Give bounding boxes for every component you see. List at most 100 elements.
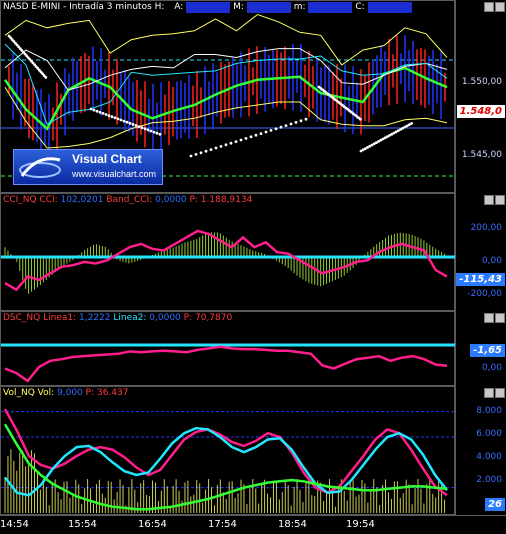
vol-tick-1: 8.000 (476, 406, 502, 416)
sar-dot (119, 118, 123, 122)
sar-dot (209, 148, 213, 152)
sar-dot (110, 115, 114, 119)
sar-dot (44, 76, 48, 79)
sar-dot (149, 129, 153, 133)
price-panel: NASD E-MINI - Intradía 3 minutos H: A: 1… (0, 0, 506, 193)
a-label: A: (174, 2, 184, 12)
panel-buttons (483, 313, 505, 326)
minimize-icon[interactable] (484, 313, 494, 323)
dsc-plot[interactable]: DSC_NQ Linea1: 1,2222 Linea2: 0,0000 P: … (0, 311, 456, 386)
close-icon[interactable] (495, 195, 505, 205)
vol-current-badge: 26 (485, 498, 505, 511)
m2-value: 1.550,00 (308, 2, 353, 13)
sar-dot (92, 108, 96, 112)
dsc-label: DSC_NQ Linea1: (3, 313, 77, 323)
time-tick: 14:54 (0, 519, 29, 530)
band-value: 0,0000 (155, 195, 187, 205)
cci-plot[interactable]: CCI_NQ CCI: 102,0201 Band_CCI: 0,0000 P:… (0, 193, 456, 311)
sar-dot (229, 141, 233, 145)
l2-label: Linea2: (113, 313, 147, 323)
visual-chart-logo: Visual Chart www.visualchart.com (13, 149, 163, 185)
sar-dot (304, 117, 308, 121)
cci-header: CCI_NQ CCI: 102,0201 Band_CCI: 0,0000 P:… (3, 195, 252, 206)
dsc-tick-1: 0,00 (481, 363, 502, 373)
l1-value: 1,2222 (79, 313, 111, 323)
sar-dot (279, 125, 283, 129)
h-label: H: (154, 2, 165, 12)
sar-dot (122, 119, 126, 123)
sar-dot (410, 122, 413, 125)
cci-label: CCI_NQ CCI: (3, 195, 58, 205)
cci-tick-2: 0,00 (481, 256, 502, 266)
sar-dot (224, 143, 228, 147)
a-value: 1.550,00 (186, 2, 231, 13)
logo-url: www.visualchart.com (72, 169, 157, 179)
sar-dot (101, 112, 105, 115)
c-value: 1.551,00 (367, 2, 412, 13)
sar-dot (107, 114, 111, 117)
time-tick: 19:54 (346, 519, 375, 530)
sar-dot (204, 149, 208, 153)
dsc-current-badge: -1,65 (470, 344, 505, 357)
dsc-panel: DSC_NQ Linea1: 1,2222 Linea2: 0,0000 P: … (0, 311, 506, 386)
panel-buttons (483, 388, 505, 401)
sar-dot (284, 124, 288, 127)
sar-dot (254, 133, 258, 137)
vol-panel: Vol_NQ Vol: 9,000 P: 36.437 8.000 6.000 … (0, 386, 506, 515)
cci-axis: 200,00 0,00 -200,00 -115,43 (455, 193, 506, 311)
dsc-axis: 0,00 -1,65 (455, 311, 506, 386)
l2-value: 0,0000 (149, 313, 181, 323)
minimize-icon[interactable] (484, 2, 494, 12)
cci-tick-1: 200,00 (470, 223, 503, 233)
cci-tick-3: -200,00 (467, 289, 502, 299)
sar-dot (155, 131, 159, 135)
price-tick-1: 1.550,00 (461, 77, 502, 87)
sar-dot (113, 116, 117, 120)
price-header: NASD E-MINI - Intradía 3 minutos H: A: 1… (3, 2, 412, 13)
time-tick: 17:54 (208, 519, 237, 530)
sar-dot (219, 145, 223, 148)
sar-dot (95, 109, 99, 113)
band-label: Band_CCI: (106, 195, 153, 205)
m2-label: m: (293, 2, 306, 12)
sar-dot (294, 121, 298, 124)
cci-panel: CCI_NQ CCI: 102,0201 Band_CCI: 0,0000 P:… (0, 193, 506, 311)
sar-dot (289, 122, 293, 126)
sar-dot (269, 129, 273, 132)
vol-plot[interactable]: Vol_NQ Vol: 9,000 P: 36.437 (0, 386, 456, 515)
vol-header: Vol_NQ Vol: 9,000 P: 36.437 (3, 388, 128, 399)
dsc-linea1-line (4, 345, 448, 383)
price-axis: 1.550,00 1.545,00 1.548,0 (455, 0, 506, 193)
price-tick-2: 1.545,00 (461, 150, 502, 160)
sar-dot (199, 151, 203, 155)
sar-dot (158, 132, 162, 136)
sar-dot (239, 138, 243, 142)
cci-current-badge: -115,43 (456, 273, 505, 286)
vol-value: 9,000 (57, 388, 83, 398)
sar-dot (128, 121, 132, 125)
vol-tick-2: 6.000 (476, 429, 502, 439)
panel-buttons (483, 2, 505, 15)
sar-dot (274, 127, 278, 131)
sar-dot (152, 130, 156, 134)
cci-chart (1, 229, 456, 294)
price-plot[interactable]: NASD E-MINI - Intradía 3 minutos H: A: 1… (0, 0, 456, 193)
time-tick: 18:54 (278, 519, 307, 530)
sar-dot (264, 130, 268, 134)
sar-dot (104, 113, 108, 116)
sar-dot (89, 107, 93, 111)
minimize-icon[interactable] (484, 388, 494, 398)
dsc-header: DSC_NQ Linea1: 1,2222 Linea2: 0,0000 P: … (3, 313, 232, 324)
close-icon[interactable] (495, 2, 505, 12)
close-icon[interactable] (495, 313, 505, 323)
sar-dot (299, 119, 303, 123)
close-icon[interactable] (495, 388, 505, 398)
time-axis: 14:54 15:54 16:54 17:54 18:54 19:54 (0, 515, 506, 534)
sar-dot (189, 154, 193, 158)
sar-dot (234, 140, 238, 144)
sar-dot (194, 153, 198, 156)
chart-title: NASD E-MINI - Intradía 3 minutos (3, 2, 152, 12)
minimize-icon[interactable] (484, 195, 494, 205)
sar-dot (98, 110, 102, 114)
logo-swoosh-icon (19, 157, 61, 178)
